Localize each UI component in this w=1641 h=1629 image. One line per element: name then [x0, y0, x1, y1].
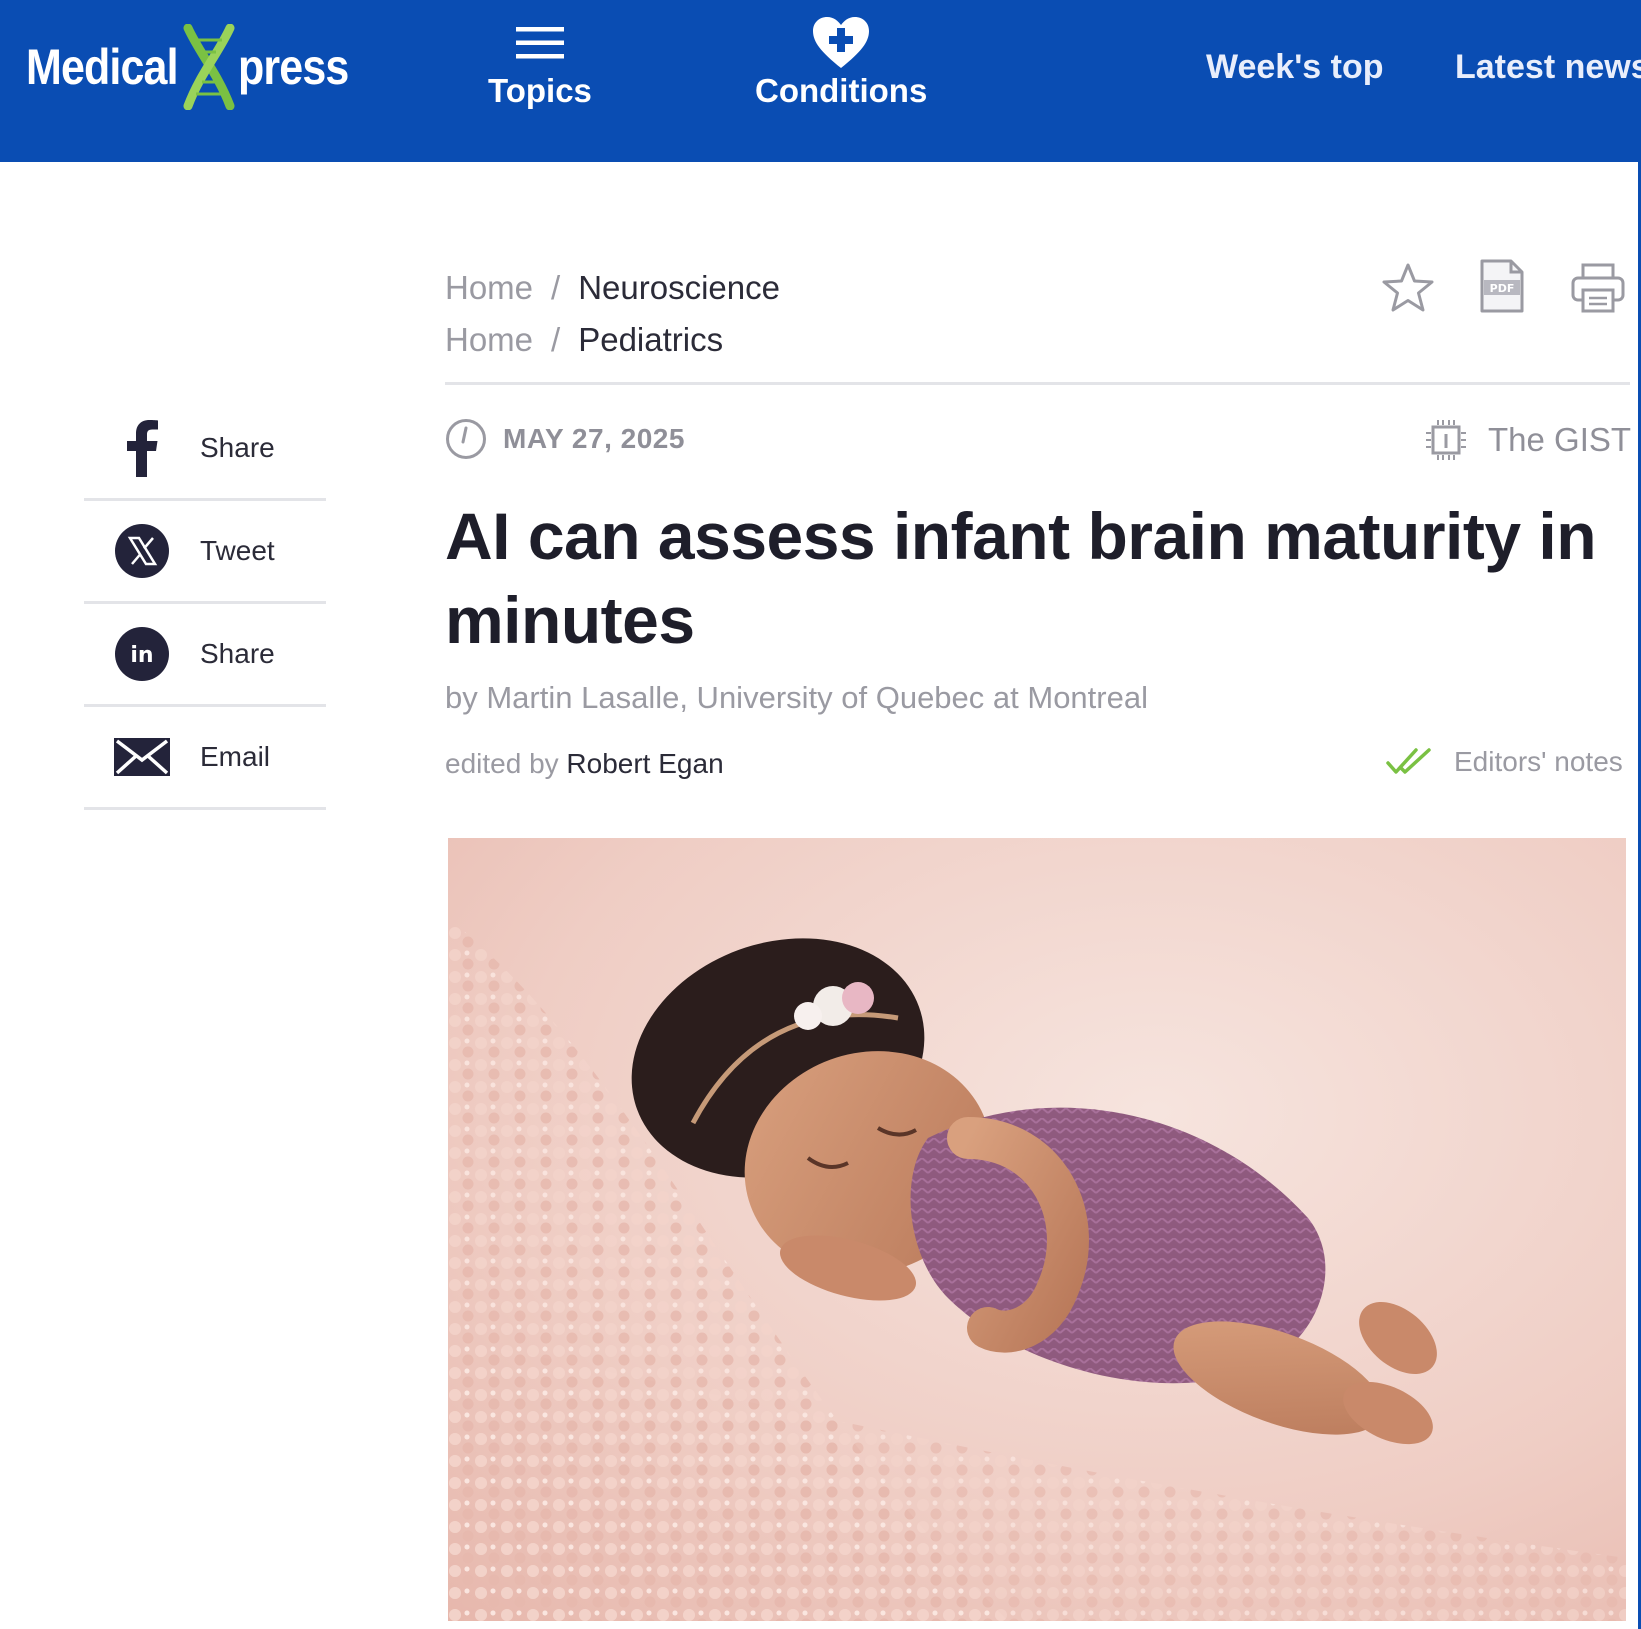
conditions-label: Conditions: [755, 72, 928, 109]
bookmark-button[interactable]: [1378, 258, 1438, 318]
linkedin-share-button[interactable]: in Share: [84, 604, 326, 707]
dna-x-logo-icon: [183, 24, 235, 110]
top-nav-bar: Medical press Topics Conditions Week's t…: [0, 0, 1641, 162]
breadcrumb-neuroscience-link[interactable]: Neuroscience: [578, 262, 780, 314]
article-title: AI can assess infant brain maturity in m…: [445, 499, 1597, 657]
print-button[interactable]: [1568, 258, 1628, 318]
topics-menu-button[interactable]: Topics: [488, 14, 592, 110]
share-label: Share: [200, 638, 275, 669]
double-check-icon: [1386, 748, 1431, 774]
breadcrumb-separator: /: [551, 321, 561, 358]
topics-label: Topics: [488, 72, 592, 109]
edited-by-line: edited by Robert Egan: [445, 748, 724, 780]
article-byline: by Martin Lasalle, University of Quebec …: [445, 680, 1148, 715]
email-share-button[interactable]: Email: [84, 707, 326, 810]
heart-plus-icon: [811, 14, 871, 72]
tweet-label: Tweet: [200, 535, 275, 566]
svg-text:in: in: [130, 643, 153, 668]
editors-notes-label: Editors' notes: [1454, 746, 1623, 777]
date-text: MAY 27, 2025: [503, 423, 685, 454]
chip-icon: [1426, 420, 1466, 460]
facebook-icon: [84, 419, 200, 477]
breadcrumb-home-link[interactable]: Home: [445, 314, 533, 366]
the-gist-button[interactable]: The GIST: [1424, 418, 1631, 462]
gist-label: The GIST: [1488, 421, 1632, 458]
linkedin-icon: in: [84, 627, 200, 681]
site-logo[interactable]: Medical press: [26, 22, 367, 112]
sleeping-baby-illustration: [448, 838, 1626, 1621]
hamburger-menu-icon: [515, 14, 564, 72]
x-icon: [84, 524, 200, 578]
breadcrumb-row-neuroscience: Home / Neuroscience: [445, 262, 780, 314]
share-label: Share: [200, 432, 275, 463]
pdf-icon: PDF: [1480, 259, 1524, 313]
breadcrumb: Home / Neuroscience Home / Pediatrics: [445, 262, 780, 366]
email-icon: [84, 738, 200, 776]
star-icon: [1382, 263, 1434, 312]
email-label: Email: [200, 741, 271, 772]
editor-name-link[interactable]: Robert Egan: [566, 748, 723, 779]
weeks-top-link[interactable]: Week's top: [1206, 48, 1384, 87]
clock-icon: [446, 419, 486, 459]
logo-word-press: press: [238, 39, 349, 95]
breadcrumb-separator: /: [551, 269, 561, 306]
article-date: MAY 27, 2025: [445, 418, 685, 460]
logo-word-medical: Medical: [26, 39, 179, 95]
pdf-icon-text: PDF: [1490, 282, 1515, 295]
breadcrumb-divider: [445, 382, 1630, 385]
share-sidebar: Share Tweet in Share Email: [84, 398, 326, 810]
breadcrumb-row-pediatrics: Home / Pediatrics: [445, 314, 780, 366]
breadcrumb-pediatrics-link[interactable]: Pediatrics: [578, 314, 723, 366]
print-icon: [1571, 263, 1625, 313]
pdf-download-button[interactable]: PDF: [1472, 256, 1532, 316]
conditions-menu-button[interactable]: Conditions: [755, 14, 927, 110]
facebook-share-button[interactable]: Share: [84, 398, 326, 501]
edited-by-prefix: edited by: [445, 748, 559, 779]
latest-news-link[interactable]: Latest news: [1455, 48, 1641, 87]
editors-notes-button[interactable]: Editors' notes: [1386, 746, 1623, 778]
article-photo-sleeping-newborn: [448, 838, 1626, 1621]
x-tweet-button[interactable]: Tweet: [84, 501, 326, 604]
breadcrumb-home-link[interactable]: Home: [445, 262, 533, 314]
